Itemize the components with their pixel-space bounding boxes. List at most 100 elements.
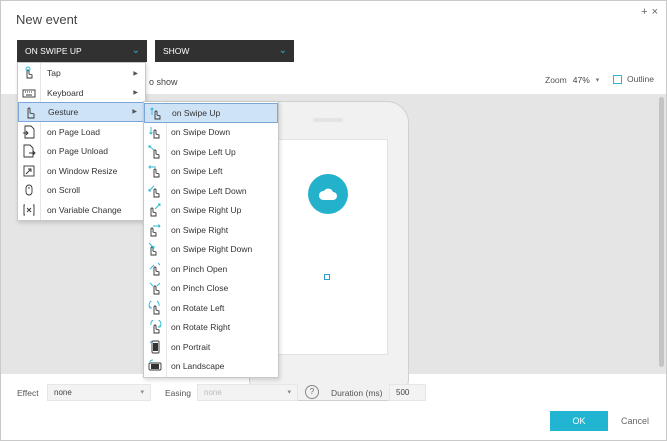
animation-options: Effect none ▾ Easing none ▾ ? Duration (… [17, 384, 657, 402]
menu-item-variable-change[interactable]: on Variable Change [18, 200, 145, 220]
page-unload-icon [21, 143, 37, 159]
menu-item-gesture[interactable]: Gesture ▶ [18, 102, 145, 122]
phone-screen[interactable] [265, 139, 388, 355]
menu-item-label: on Page Load [47, 126, 100, 137]
menu-item-label: Gesture [48, 106, 79, 117]
help-icon[interactable]: ? [305, 385, 319, 399]
menu-item-label: on Swipe Left Up [171, 146, 236, 157]
swipe-left-icon [147, 163, 163, 179]
selected-element-marker[interactable] [324, 274, 330, 280]
menu-item-window-resize[interactable]: on Window Resize [18, 161, 145, 181]
menu-item-swipe-up[interactable]: on Swipe Up [144, 103, 278, 123]
swipe-up-icon [148, 105, 164, 121]
swipe-left-up-icon [147, 144, 163, 160]
menu-item-portrait[interactable]: on Portrait [144, 337, 278, 357]
menu-item-label: on Swipe Right [171, 224, 229, 235]
menu-item-swipe-left-down[interactable]: on Swipe Left Down [144, 181, 278, 201]
zoom-control[interactable]: Zoom 47% ▾ [545, 75, 599, 85]
effect-label: Effect [17, 388, 39, 398]
caret-down-icon: ▾ [140, 389, 144, 396]
event-type-value: ON SWIPE UP [25, 46, 82, 56]
menu-item-swipe-left-up[interactable]: on Swipe Left Up [144, 142, 278, 162]
caret-down-icon: ▾ [287, 389, 291, 396]
menu-item-swipe-right-down[interactable]: on Swipe Right Down [144, 240, 278, 260]
menu-item-scroll[interactable]: on Scroll [18, 181, 145, 201]
gesture-submenu: on Swipe Up on Swipe Down on Swipe Left … [143, 101, 279, 378]
menu-item-swipe-right[interactable]: on Swipe Right [144, 220, 278, 240]
menu-item-label: on Portrait [171, 341, 211, 352]
outline-label: Outline [627, 74, 654, 84]
menu-item-tap[interactable]: Tap ▶ [18, 64, 145, 84]
menu-item-label: on Swipe Left Down [171, 185, 247, 196]
menu-item-landscape[interactable]: on Landscape [144, 357, 278, 377]
resize-icon [21, 163, 37, 179]
menu-item-label: on Swipe Down [171, 127, 231, 138]
zoom-value[interactable]: 47% [573, 75, 590, 85]
cancel-button[interactable]: Cancel [621, 411, 649, 431]
menu-item-rotate-left[interactable]: on Rotate Left [144, 298, 278, 318]
target-hint-text: o show [149, 77, 178, 87]
phone-speaker [313, 118, 343, 122]
menu-item-label: on Rotate Left [171, 302, 225, 313]
outline-checkbox[interactable] [613, 74, 622, 84]
pinch-close-icon [147, 280, 163, 296]
outline-toggle[interactable]: Outline [613, 74, 654, 84]
submenu-arrow-icon: ▶ [133, 90, 138, 97]
duration-input[interactable]: 500 [389, 384, 426, 401]
menu-item-swipe-down[interactable]: on Swipe Down [144, 123, 278, 143]
easing-value: none [204, 388, 222, 397]
menu-item-pinch-close[interactable]: on Pinch Close [144, 279, 278, 299]
swipe-down-icon [147, 124, 163, 140]
rotate-left-icon [147, 300, 163, 316]
swipe-right-up-icon [147, 202, 163, 218]
easing-select[interactable]: none ▾ [197, 384, 298, 401]
portrait-icon [147, 339, 163, 355]
menu-item-label: on Landscape [171, 361, 225, 372]
menu-item-label: on Pinch Open [171, 263, 228, 274]
rotate-right-icon [147, 319, 163, 335]
caret-down-icon: ▾ [595, 77, 600, 84]
landscape-icon [147, 358, 163, 374]
keyboard-icon [21, 85, 37, 101]
canvas-scrollbar[interactable] [659, 97, 664, 367]
effect-select[interactable]: none ▾ [47, 384, 151, 401]
gesture-icon [22, 104, 38, 120]
menu-item-label: on Pinch Close [171, 283, 229, 294]
menu-item-label: on Scroll [47, 185, 81, 196]
menu-item-label: on Swipe Right Up [171, 205, 242, 216]
menu-item-label: Keyboard [47, 87, 84, 98]
menu-item-label: on Page Unload [47, 146, 108, 157]
submenu-arrow-icon: ▶ [133, 70, 138, 77]
menu-item-label: on Window Resize [47, 165, 118, 176]
pinch-open-icon [147, 261, 163, 277]
ok-button[interactable]: OK [550, 411, 608, 431]
menu-item-swipe-right-up[interactable]: on Swipe Right Up [144, 201, 278, 221]
window-controls: + × [641, 6, 658, 18]
menu-item-swipe-left[interactable]: on Swipe Left [144, 162, 278, 182]
dialog-title: New event [16, 12, 78, 27]
menu-item-keyboard[interactable]: Keyboard ▶ [18, 83, 145, 103]
close-icon[interactable]: × [652, 6, 658, 18]
menu-item-rotate-right[interactable]: on Rotate Right [144, 318, 278, 338]
submenu-arrow-icon: ▶ [132, 109, 137, 116]
event-type-select[interactable]: ON SWIPE UP ⌄ [17, 40, 147, 62]
scroll-icon [21, 182, 37, 198]
cloud-icon[interactable] [308, 174, 348, 214]
menu-item-pinch-open[interactable]: on Pinch Open [144, 259, 278, 279]
menu-item-label: on Rotate Right [171, 322, 231, 333]
add-icon[interactable]: + [641, 6, 647, 18]
page-load-icon [21, 124, 37, 140]
menu-item-page-load[interactable]: on Page Load [18, 122, 145, 142]
easing-label: Easing [165, 388, 191, 398]
menu-item-page-unload[interactable]: on Page Unload [18, 142, 145, 162]
action-type-value: SHOW [163, 46, 190, 56]
duration-value: 500 [396, 388, 410, 397]
effect-value: none [54, 388, 72, 397]
menu-item-label: on Variable Change [47, 204, 122, 215]
menu-item-label: on Swipe Left [171, 166, 223, 177]
swipe-right-down-icon [147, 241, 163, 257]
menu-item-label: Tap [47, 68, 61, 79]
action-type-select[interactable]: SHOW ⌄ [155, 40, 294, 62]
zoom-label: Zoom [545, 75, 567, 85]
swipe-left-down-icon [147, 183, 163, 199]
